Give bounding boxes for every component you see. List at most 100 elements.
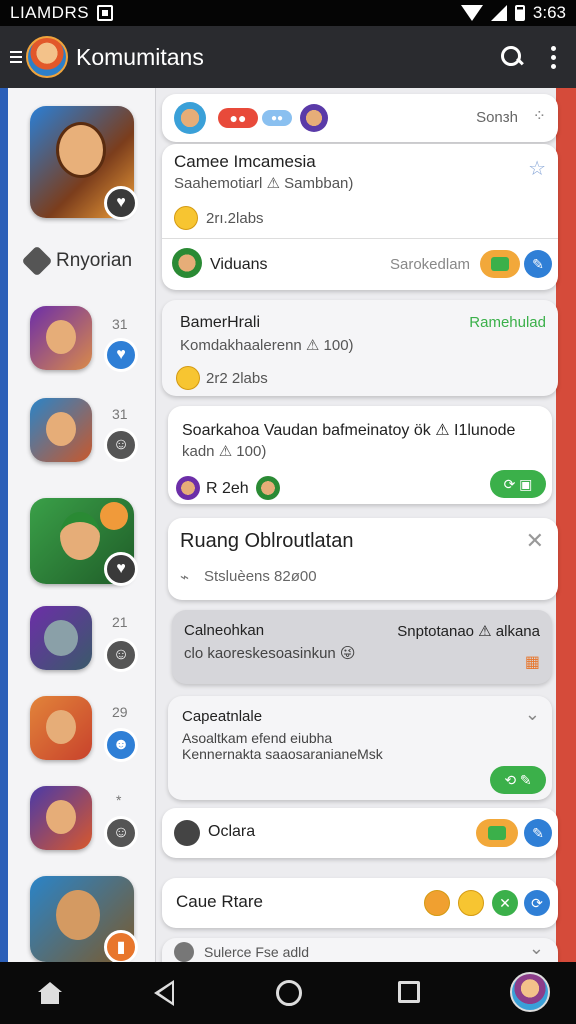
back-icon[interactable] <box>154 980 174 1006</box>
emoji-icon <box>174 206 198 230</box>
flag-badge-icon[interactable]: ▮ <box>104 930 138 962</box>
avatar[interactable] <box>176 476 200 500</box>
sim-icon <box>97 5 114 21</box>
avatar[interactable] <box>256 476 280 500</box>
feed-card[interactable]: BamerHrali Ramehulad Komdakhaalerenn ⚠ 1… <box>162 300 558 396</box>
character-face <box>46 800 76 834</box>
feed-card[interactable]: Calneohkan Snptotanao ⚠ alkana clo kaore… <box>172 610 552 684</box>
search-icon[interactable] <box>501 46 523 68</box>
content-area: ♥ Rnyorian 31 ♥ 31 ☺ ♥ 21 ☺ 29 ☻ * ☺ ▮ ●… <box>0 88 576 962</box>
reaction-badge[interactable]: ●● <box>218 108 258 128</box>
game-tile[interactable] <box>30 786 92 850</box>
toggle-button[interactable] <box>476 819 518 847</box>
game-tile[interactable] <box>30 696 92 760</box>
count-label: 31 <box>112 316 128 332</box>
card-title: Oclara <box>208 823 256 840</box>
toggle-button[interactable] <box>480 250 520 278</box>
game-tile[interactable] <box>30 606 92 670</box>
avatar-badge-icon[interactable]: ☻ <box>104 728 138 762</box>
card-tag: Ramehulad <box>469 314 546 331</box>
emoji-badge-icon[interactable]: ☺ <box>104 428 138 462</box>
game-icon <box>174 820 200 846</box>
character-face <box>46 320 76 354</box>
character-face <box>44 620 78 656</box>
wifi-icon <box>460 5 483 21</box>
chevron-down-icon[interactable]: ⌄ <box>529 938 544 959</box>
card-subtitle: Saahemotiarl ⚠ Sambban) <box>174 175 354 192</box>
search-label[interactable]: Sonзh <box>476 109 518 126</box>
emoji-icon[interactable] <box>458 890 484 916</box>
feed-card[interactable]: Soarkahoa Vaudan bafmeinatoy ök ⚠ I1luno… <box>168 406 552 504</box>
chevron-down-icon[interactable]: ⌄ <box>525 704 540 725</box>
edit-button[interactable]: ✎ <box>524 250 552 278</box>
card-right-label: Snptotanao ⚠ alkana <box>397 623 540 640</box>
count-label: 29 <box>112 704 128 720</box>
sidebar-heading-label: Rnyorian <box>56 250 133 271</box>
stats-label: 2rı.2labs <box>206 210 264 227</box>
emoji-badge-icon[interactable]: ☺ <box>104 816 138 850</box>
battery-icon <box>514 5 525 21</box>
emoji-icon[interactable] <box>424 890 450 916</box>
card-title: BamerHrali <box>180 314 261 331</box>
close-button[interactable]: ✕ <box>492 890 518 916</box>
home-icon[interactable] <box>38 982 62 1004</box>
star-icon[interactable]: ☆ <box>528 156 546 181</box>
navigation-bar <box>0 962 576 1024</box>
feed-card[interactable]: Capeatnlale ⌄ Asoaltkam efend eiubha Ken… <box>168 696 552 800</box>
feed-header-card: ●● ●● Sonзh ⁘ <box>162 94 558 142</box>
feed-card[interactable]: Camee Imcamesia Saahemotiarl ⚠ Sambban) … <box>162 144 558 290</box>
profile-avatar[interactable] <box>510 972 550 1012</box>
game-tile[interactable] <box>30 306 92 370</box>
home-circle-icon[interactable] <box>276 980 302 1006</box>
action-label: Sarokedlam <box>390 256 471 273</box>
recents-icon[interactable] <box>398 981 420 1003</box>
heart-badge-icon[interactable]: ♥ <box>104 338 138 372</box>
status-bar: LIAMDRS 3:63 <box>0 0 576 26</box>
card-title: Sulerce Fse adld <box>204 944 310 960</box>
menu-icon[interactable] <box>10 51 22 63</box>
emoji-icon <box>176 366 200 390</box>
card-line: Kennernakta saaosaranianeMsk <box>182 746 383 762</box>
signal-icon <box>490 5 507 21</box>
character-face <box>46 412 76 446</box>
character-face <box>60 512 100 560</box>
diamond-icon <box>21 245 53 277</box>
gift-icon[interactable]: ▦ <box>525 652 540 672</box>
feed-card[interactable]: Sulerce Fse adld ⌄ <box>162 938 558 962</box>
heart-badge-icon[interactable]: ♥ <box>104 186 138 220</box>
avatar[interactable] <box>26 36 68 78</box>
badge-icon <box>100 502 128 530</box>
character-face <box>56 890 100 940</box>
avatar[interactable] <box>300 104 328 132</box>
card-title: Capeatnlale <box>182 708 263 725</box>
user-name[interactable]: Viduans <box>210 256 268 274</box>
character-face <box>56 122 106 178</box>
refresh-button[interactable]: ⟳ <box>524 890 550 916</box>
edit-button[interactable]: ✎ <box>524 819 552 847</box>
avatar[interactable] <box>172 248 202 278</box>
share-button[interactable]: ⟲ ✎ <box>490 766 546 794</box>
card-title: Calneohkan <box>184 622 265 639</box>
share-button[interactable]: ⟳ ▣ <box>490 470 546 498</box>
feed-card[interactable]: Caue Rtare ✕ ⟳ <box>162 878 558 928</box>
more-vert-icon[interactable] <box>551 45 556 69</box>
add-icon <box>174 942 194 962</box>
heart-badge-icon[interactable]: ♥ <box>104 552 138 586</box>
card-subtitle: Komdakhaalerenn ⚠ 100) <box>180 337 354 354</box>
count-label: * <box>116 792 122 808</box>
count-label: 21 <box>112 614 128 630</box>
character-face <box>46 710 76 744</box>
expand-icon[interactable]: ⁘ <box>533 106 546 126</box>
stats-label: 2r2 2labs <box>206 370 268 387</box>
card-title: Ruang Oblroutlatan <box>180 530 354 552</box>
attachment-icon: ⌁ <box>180 569 190 586</box>
close-icon[interactable]: ✕ <box>526 528 544 554</box>
feed-card[interactable]: Ruang Oblroutlatan ✕ ⌁ Stsluèens 82ø00 <box>168 518 558 600</box>
avatar[interactable] <box>174 102 206 134</box>
emoji-badge-icon[interactable]: ☺ <box>104 638 138 672</box>
card-title: Caue Rtare <box>176 892 263 911</box>
feed-card[interactable]: Oclara ✎ <box>162 808 558 858</box>
user-name[interactable]: R 2eh <box>206 480 249 498</box>
count-badge[interactable]: ●● <box>262 110 292 126</box>
game-tile[interactable] <box>30 398 92 462</box>
